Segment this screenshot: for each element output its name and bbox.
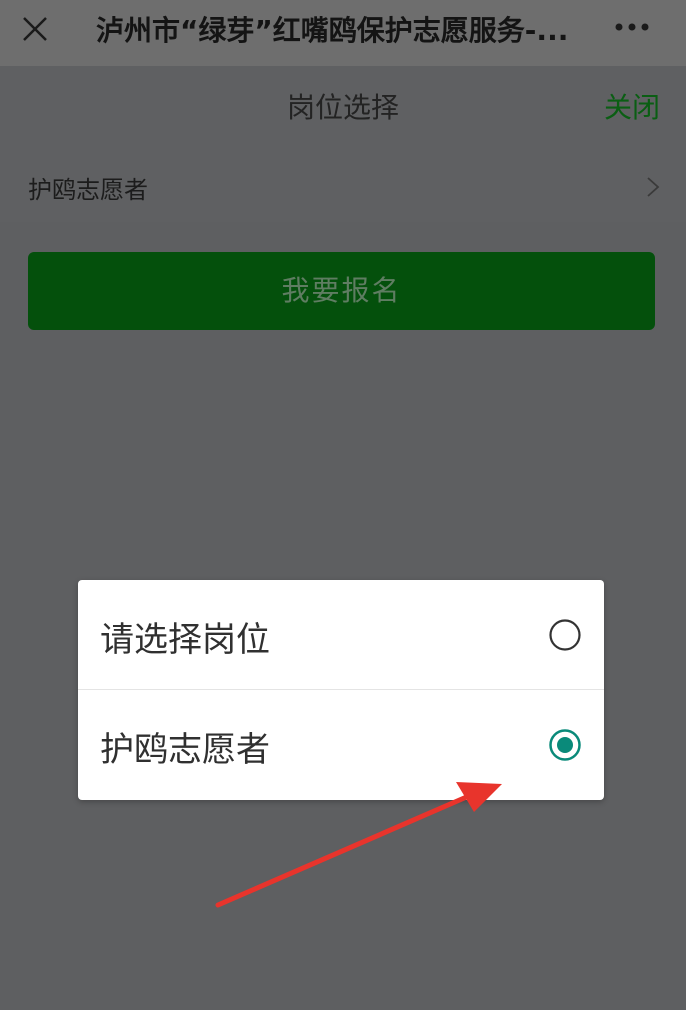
window-title: 泸州市“绿芽”红嘴鸥保护志愿服务-... [96,14,569,47]
option-label: 请选择岗位 [100,620,270,660]
position-picker-dialog: 请选择岗位 护鸥志愿者 [78,580,604,800]
more-icon[interactable] [614,22,650,32]
position-value: 护鸥志愿者 [28,176,148,204]
close-icon[interactable] [20,14,50,44]
option-label: 护鸥志愿者 [100,730,270,770]
position-select-row[interactable]: 护鸥志愿者 [0,152,686,222]
title-bar: 泸州市“绿芽”红嘴鸥保护志愿服务-... [0,0,686,66]
radio-unselected-icon[interactable] [548,618,582,652]
radio-selected-icon[interactable] [548,728,582,762]
signup-button[interactable]: 我要报名 [28,252,655,330]
page-header: 岗位选择 关闭 [0,66,686,152]
close-link[interactable]: 关闭 [604,86,660,126]
chevron-right-icon [647,177,660,197]
picker-option-placeholder[interactable]: 请选择岗位 [78,580,604,689]
picker-option-volunteer[interactable]: 护鸥志愿者 [78,690,604,799]
page-title: 岗位选择 [286,91,399,124]
